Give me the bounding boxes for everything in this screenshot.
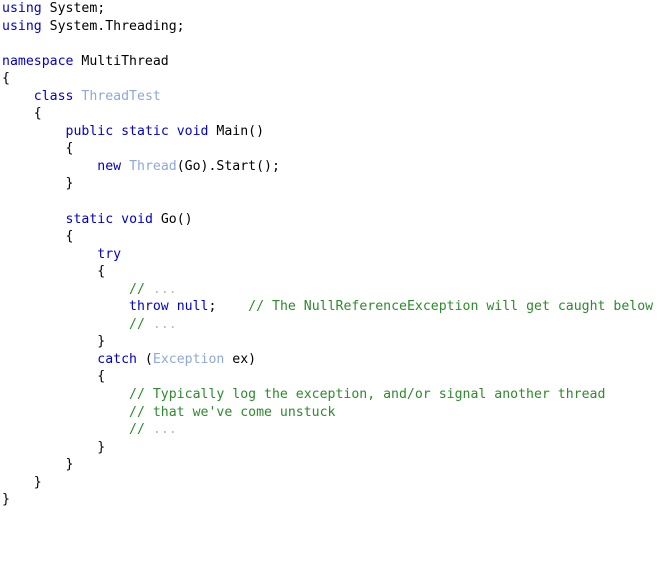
code-token-kw: public <box>65 123 114 139</box>
code-line: } <box>2 474 672 492</box>
code-token-kw: void <box>176 123 209 139</box>
code-token-kw: void <box>121 211 153 227</box>
code-token-plain: Go() <box>152 211 193 227</box>
code-token-plain: Main() <box>208 123 265 139</box>
code-line: } <box>2 491 672 509</box>
code-line: { <box>2 140 672 158</box>
code-line: } <box>2 175 672 193</box>
code-listing: using System; using System.Threading; nam… <box>2 0 672 509</box>
code-token-punct: { <box>2 229 74 245</box>
code-token-kw: static <box>65 211 114 227</box>
code-token-kw: catch <box>97 351 137 367</box>
code-token-plain: ( <box>136 351 153 367</box>
code-token-dots: ... <box>144 422 177 438</box>
code-token-plain: ex) <box>224 351 257 367</box>
code-line: { <box>2 368 672 386</box>
code-token-punct: } <box>2 492 10 508</box>
code-token-type: ThreadTest <box>81 88 161 104</box>
code-line: static void Go() <box>2 211 672 229</box>
code-token-kw: using <box>2 1 42 16</box>
code-token-punct: { <box>2 106 42 122</box>
code-token-punct: { <box>2 369 106 385</box>
code-token-comment: // The NullReferenceException will get c… <box>216 299 654 315</box>
code-token-kw: new <box>97 158 122 174</box>
code-line: // ... <box>2 421 672 439</box>
code-line: } <box>2 456 672 474</box>
code-line: new Thread(Go).Start(); <box>2 158 672 176</box>
code-token-plain: (Go).Start(); <box>176 158 280 174</box>
code-line: { <box>2 263 672 281</box>
code-line: public static void Main() <box>2 123 672 141</box>
code-line: // ... <box>2 281 672 299</box>
code-token-punct: } <box>2 176 74 192</box>
code-token-punct: } <box>2 457 74 473</box>
code-token-plain: System.Threading; <box>41 18 185 34</box>
code-line: class ThreadTest <box>2 88 672 106</box>
code-token-kw: using <box>2 18 42 34</box>
code-token-kw: throw <box>129 299 169 315</box>
code-line: catch (Exception ex) <box>2 351 672 369</box>
code-line: } <box>2 333 672 351</box>
code-token-dots: ... <box>144 281 177 297</box>
code-token-comment: // that we've come unstuck <box>129 404 336 420</box>
code-token-punct: { <box>2 71 10 87</box>
code-token-punct: { <box>2 141 74 157</box>
code-token-punct: } <box>2 439 106 455</box>
code-token-punct: { <box>2 264 106 280</box>
code-line: } <box>2 439 672 457</box>
code-token-kw: null <box>176 299 209 315</box>
code-token-comment: // Typically log the exception, and/or s… <box>129 387 606 403</box>
code-token-punct: } <box>2 334 106 350</box>
code-token-type: Thread <box>129 158 177 174</box>
code-token-kw: try <box>97 246 122 262</box>
code-line: // Typically log the exception, and/or s… <box>2 386 672 404</box>
code-line: using System; <box>2 0 672 18</box>
code-line: try <box>2 246 672 264</box>
code-token-plain: System; <box>41 1 106 16</box>
code-line: // ... <box>2 316 672 334</box>
code-line: { <box>2 228 672 246</box>
code-line: // that we've come unstuck <box>2 404 672 422</box>
code-line: { <box>2 105 672 123</box>
code-line: { <box>2 70 672 88</box>
code-line: throw null; // The NullReferenceExceptio… <box>2 298 672 316</box>
code-token-plain: MultiThread <box>73 53 169 69</box>
code-line: using System.Threading; <box>2 18 672 36</box>
code-token-dots: ... <box>144 316 177 332</box>
code-token-kw: class <box>33 88 74 104</box>
code-token-comment: // <box>129 422 145 438</box>
code-token-type: Exception <box>152 351 225 367</box>
code-token-kw: static <box>121 123 169 139</box>
code-token-comment: // <box>129 316 145 332</box>
code-token-comment: // <box>129 281 145 297</box>
code-token-kw: namespace <box>2 53 74 69</box>
code-token-punct: } <box>2 474 42 490</box>
code-line: namespace MultiThread <box>2 53 672 71</box>
